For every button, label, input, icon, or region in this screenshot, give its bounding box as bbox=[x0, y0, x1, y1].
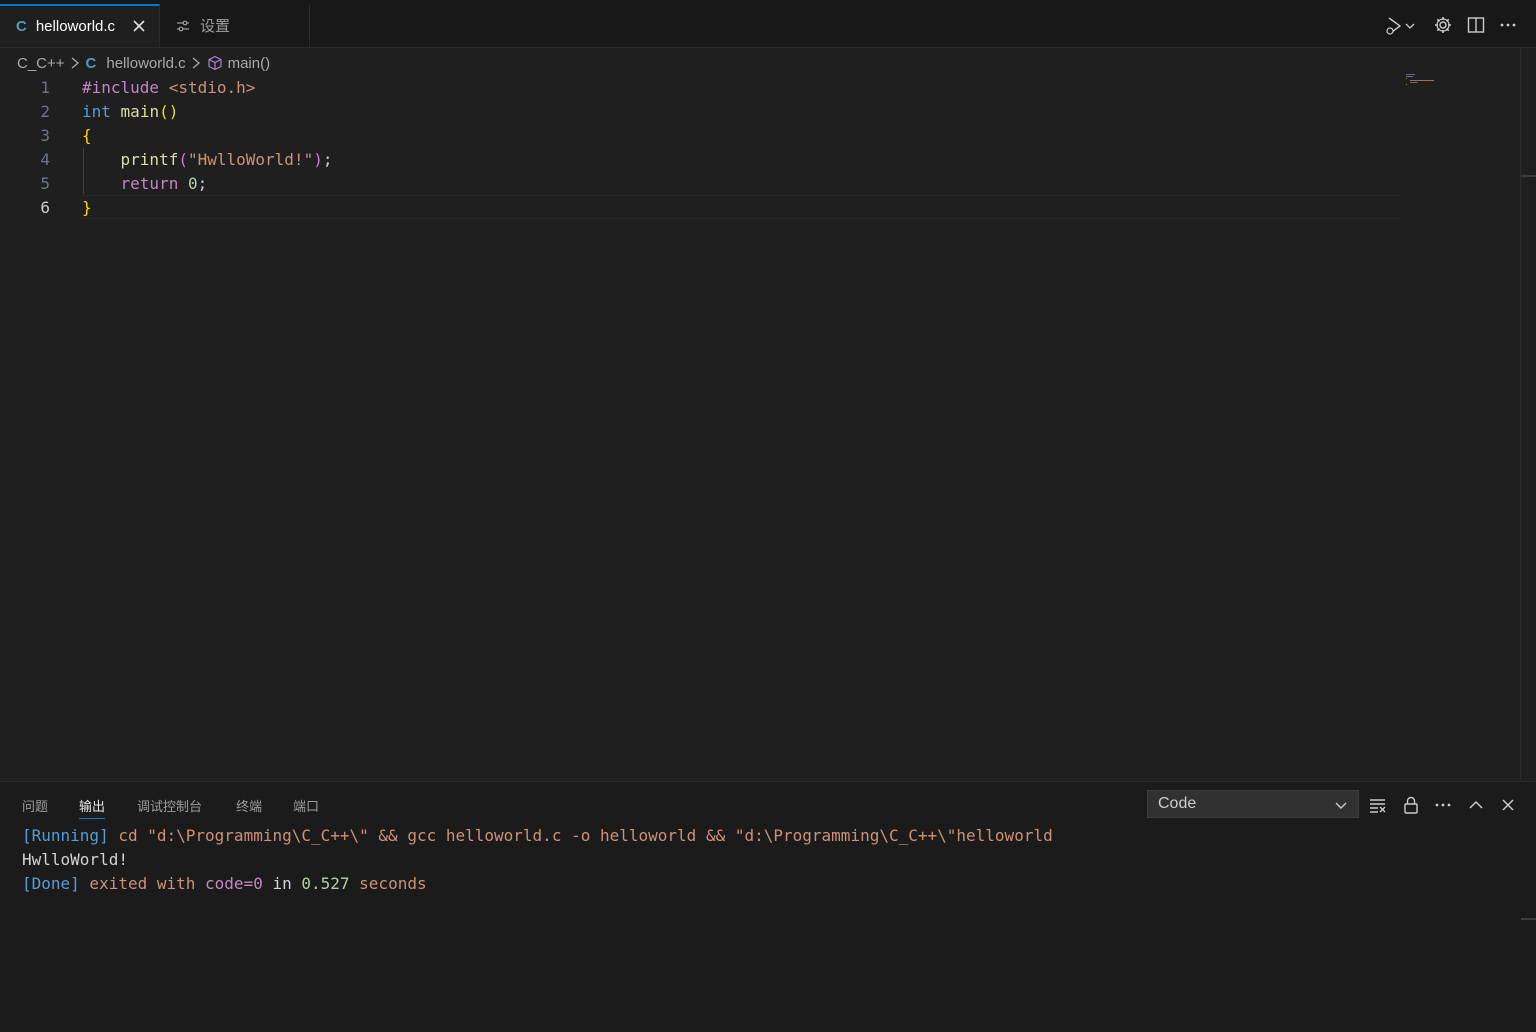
output-text: 0.527 bbox=[301, 874, 350, 893]
output-channel-select[interactable]: Code bbox=[1147, 790, 1359, 818]
more-icon bbox=[1500, 23, 1516, 27]
split-editor-icon bbox=[1467, 17, 1485, 33]
line-number: 6 bbox=[40, 198, 50, 217]
c-file-icon: C bbox=[16, 18, 27, 35]
chevron-up-icon bbox=[1469, 800, 1483, 809]
split-editor-button[interactable] bbox=[1465, 14, 1487, 36]
code-token: } bbox=[82, 198, 92, 217]
run-debug-button[interactable] bbox=[1382, 14, 1416, 38]
panel-tab-problems[interactable]: 问题 bbox=[22, 796, 48, 818]
lock-icon bbox=[1404, 796, 1418, 814]
line-number: 5 bbox=[40, 174, 50, 193]
close-icon bbox=[1502, 799, 1514, 811]
code-line: 1 #include <stdio.h> bbox=[0, 76, 1400, 100]
code-token: printf bbox=[120, 150, 179, 169]
breadcrumb: C_C++ C helloworld.c main() bbox=[17, 53, 270, 73]
output-text: exited with bbox=[79, 874, 206, 893]
editor-scrollbar[interactable] bbox=[1520, 47, 1521, 780]
bottom-panel: 问题 输出 调试控制台 终端 端口 Code [Running] cd "d:\… bbox=[0, 781, 1536, 1032]
output-line: [Done] exited with code=0 in 0.527 secon… bbox=[22, 872, 427, 896]
code-token: main bbox=[120, 102, 160, 121]
tab-label: helloworld.c bbox=[35, 18, 116, 35]
panel-tab-debug-console[interactable]: 调试控制台 bbox=[137, 796, 202, 818]
code-token: "HwlloWorld!" bbox=[187, 150, 314, 169]
run-debug-icon bbox=[1386, 17, 1401, 35]
line-number: 4 bbox=[40, 150, 50, 169]
clear-output-button[interactable] bbox=[1367, 794, 1389, 816]
more-icon bbox=[1435, 803, 1451, 807]
panel-tab-ports[interactable]: 端口 bbox=[293, 796, 319, 818]
panel-tab-terminal[interactable]: 终端 bbox=[236, 796, 262, 818]
line-number: 2 bbox=[40, 102, 50, 121]
code-token: ) bbox=[168, 102, 179, 121]
code-line: 4 printf("HwlloWorld!"); bbox=[0, 148, 1400, 172]
settings-sliders-icon bbox=[177, 20, 189, 31]
line-number: 3 bbox=[40, 126, 50, 145]
code-token: ( bbox=[159, 102, 169, 121]
output-text: seconds bbox=[349, 874, 427, 893]
more-actions-button[interactable] bbox=[1497, 14, 1519, 36]
panel-tab-output[interactable]: 输出 bbox=[79, 796, 106, 819]
chevron-down-icon bbox=[1335, 802, 1347, 809]
code-line: 6 } bbox=[0, 196, 1400, 220]
output-line: [Running] cd "d:\Programming\C_C++\" && … bbox=[22, 824, 1053, 848]
breadcrumb-folder[interactable]: C_C++ bbox=[17, 55, 65, 72]
code-token: int bbox=[82, 102, 111, 121]
code-token: { bbox=[82, 126, 92, 145]
code-line: 3 { bbox=[0, 124, 1400, 148]
code-editor[interactable]: 1 #include <stdio.h> 2 int main() 3 { 4 … bbox=[0, 76, 1520, 780]
breadcrumb-file[interactable]: helloworld.c bbox=[106, 55, 185, 72]
breadcrumb-symbol[interactable]: main() bbox=[228, 55, 271, 72]
chevron-down-icon bbox=[1405, 23, 1415, 29]
code-token: ; bbox=[197, 174, 208, 193]
clear-output-icon bbox=[1370, 799, 1386, 813]
output-line: HwlloWorld! bbox=[22, 850, 128, 869]
symbol-method-icon bbox=[207, 55, 222, 71]
panel-more-button[interactable] bbox=[1432, 794, 1454, 816]
output-channel-value: Code bbox=[1158, 795, 1197, 812]
line-number: 1 bbox=[40, 78, 50, 97]
output-text: code=0 bbox=[205, 874, 263, 893]
output-tag: [Done] bbox=[22, 874, 80, 893]
c-file-icon: C bbox=[85, 54, 97, 72]
code-token: ) bbox=[313, 150, 323, 169]
minimap[interactable] bbox=[1406, 74, 1436, 88]
close-panel-button[interactable] bbox=[1497, 794, 1519, 816]
code-line: 5 return 0; bbox=[0, 172, 1400, 196]
output-text: cd "d:\Programming\C_C++\" && gcc hellow… bbox=[108, 826, 1053, 845]
chevron-right-icon bbox=[192, 57, 200, 69]
output-tag: [Running] bbox=[22, 826, 109, 845]
code-token: <stdio.h> bbox=[168, 78, 256, 97]
code-token: ( bbox=[178, 150, 188, 169]
editor-tab-bar: C helloworld.c 设置 bbox=[0, 4, 1536, 48]
scroll-marker bbox=[1521, 175, 1536, 177]
chevron-right-icon bbox=[71, 57, 79, 69]
lock-scroll-button[interactable] bbox=[1400, 794, 1422, 816]
output-text: in bbox=[262, 874, 302, 893]
tab-settings[interactable]: 设置 bbox=[160, 4, 310, 47]
maximize-panel-button[interactable] bbox=[1465, 794, 1487, 816]
tab-helloworld-c[interactable]: C helloworld.c bbox=[0, 4, 160, 47]
code-token: ; bbox=[322, 150, 333, 169]
code-token: return bbox=[120, 174, 179, 193]
settings-button[interactable] bbox=[1432, 14, 1454, 36]
code-token: 0 bbox=[187, 174, 198, 193]
gear-icon bbox=[1435, 17, 1451, 33]
panel-scroll-marker bbox=[1521, 918, 1536, 920]
tab-label: 设置 bbox=[200, 18, 231, 35]
close-icon[interactable] bbox=[131, 18, 147, 34]
code-line: 2 int main() bbox=[0, 100, 1400, 124]
code-token: #include bbox=[82, 78, 160, 97]
